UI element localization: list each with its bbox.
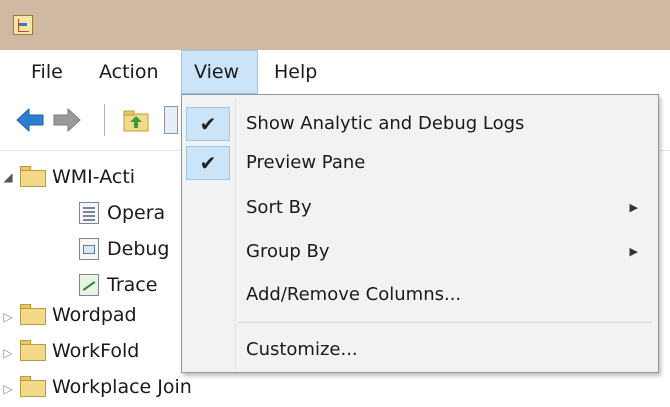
tree-item-label: WMI-Acti <box>52 166 136 188</box>
menu-view[interactable]: View <box>181 50 258 94</box>
menu-item-preview-pane[interactable]: ✔ Preview Pane <box>184 144 656 182</box>
debug-log-icon <box>79 238 99 260</box>
collapse-triangle-icon[interactable]: ◢ <box>2 159 14 195</box>
tree-item-label: WorkFold <box>52 340 140 362</box>
menu-item-label: Preview Pane <box>246 152 366 173</box>
submenu-arrow-icon: ▶ <box>629 201 638 214</box>
menu-item-label: Show Analytic and Debug Logs <box>246 113 525 134</box>
properties-icon[interactable] <box>164 106 178 134</box>
menu-item-label: Sort By <box>246 197 312 218</box>
log-icon <box>79 202 99 224</box>
menu-bar: File Action View Help <box>0 50 670 94</box>
back-arrow-icon[interactable] <box>15 107 45 133</box>
expand-triangle-icon[interactable]: ▷ <box>2 335 14 371</box>
folder-icon <box>20 376 46 397</box>
tree-item-workplace-join[interactable]: ▷ Workplace Join <box>0 369 300 405</box>
up-folder-icon[interactable] <box>122 106 150 134</box>
event-viewer-app-icon[interactable] <box>13 15 33 35</box>
folder-icon <box>20 304 46 325</box>
tree-item-debug[interactable]: Debug <box>0 231 200 267</box>
menu-item-group-by[interactable]: Group By ▶ <box>184 233 656 271</box>
menu-item-label: Add/Remove Columns... <box>246 284 462 305</box>
title-bar <box>0 0 670 50</box>
folder-icon <box>20 166 46 187</box>
tree-item-workfolders[interactable]: ▷ WorkFold <box>0 333 200 369</box>
expand-triangle-icon[interactable]: ▷ <box>2 371 14 407</box>
tree-item-label: Debug <box>107 238 170 260</box>
tree-item-wmi-activity[interactable]: ◢ WMI-Acti <box>0 159 200 195</box>
toolbar-separator <box>104 104 105 136</box>
menu-item-add-remove-columns[interactable]: Add/Remove Columns... <box>184 276 656 314</box>
folder-icon <box>20 340 46 361</box>
tree-item-label: Wordpad <box>52 304 137 326</box>
view-menu-dropdown: ✔ Show Analytic and Debug Logs ✔ Preview… <box>181 94 659 373</box>
forward-arrow-icon[interactable] <box>52 107 82 133</box>
menu-item-show-analytic-debug-logs[interactable]: ✔ Show Analytic and Debug Logs <box>184 105 656 143</box>
checkmark-icon: ✔ <box>186 107 230 141</box>
menu-item-label: Customize... <box>246 339 358 360</box>
menu-separator <box>238 322 652 323</box>
tree-item-label: Workplace Join <box>52 376 192 398</box>
checkmark-icon: ✔ <box>186 146 230 180</box>
expand-triangle-icon[interactable]: ▷ <box>2 299 14 335</box>
menu-action[interactable]: Action <box>87 50 171 94</box>
tree-item-label: Opera <box>107 202 166 224</box>
menu-help[interactable]: Help <box>262 50 329 94</box>
menu-file[interactable]: File <box>19 50 75 94</box>
menu-item-label: Group By <box>246 241 330 262</box>
submenu-arrow-icon: ▶ <box>629 245 638 258</box>
tree-item-wordpad[interactable]: ▷ Wordpad <box>0 297 200 333</box>
trace-log-icon <box>79 274 99 296</box>
tree-item-operational[interactable]: Opera <box>0 195 200 231</box>
menu-item-customize[interactable]: Customize... <box>184 331 656 369</box>
menu-item-sort-by[interactable]: Sort By ▶ <box>184 189 656 227</box>
